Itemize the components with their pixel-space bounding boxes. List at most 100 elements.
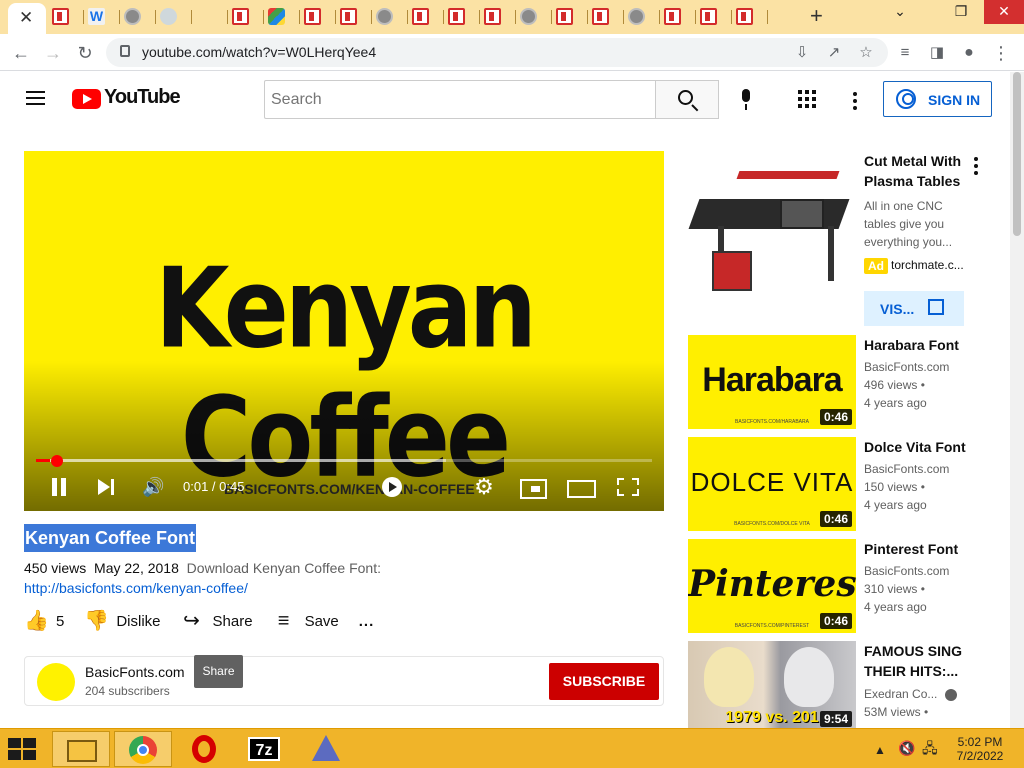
- browser-tab[interactable]: W: [84, 6, 120, 28]
- apps-grid-icon[interactable]: [798, 90, 816, 108]
- video-thumbnail[interactable]: 1979 vs. 201 9:54: [688, 641, 856, 728]
- channel-avatar[interactable]: [37, 663, 75, 701]
- share-page-icon[interactable]: ↗: [824, 43, 844, 63]
- voice-search-mic-icon[interactable]: [740, 89, 752, 111]
- browser-tab[interactable]: [408, 6, 444, 28]
- video-thumbnail[interactable]: Harabara BASICFONTS.COM/HARABARA 0:46: [688, 335, 856, 429]
- save-button[interactable]: ≡ Save: [273, 610, 339, 632]
- miniplayer-icon[interactable]: [520, 476, 547, 499]
- install-app-icon[interactable]: ⇩: [792, 43, 812, 63]
- reload-icon[interactable]: ↻: [72, 40, 98, 66]
- like-button[interactable]: 👍 5: [24, 610, 64, 632]
- browser-tab[interactable]: [732, 6, 768, 28]
- close-window-button[interactable]: ✕: [984, 0, 1024, 24]
- file-explorer-taskbar-button[interactable]: [52, 731, 110, 767]
- 7zip-taskbar-button[interactable]: 7z: [238, 731, 296, 767]
- opera-taskbar-button[interactable]: [176, 731, 234, 767]
- description-link[interactable]: http://basicfonts.com/kenyan-coffee/: [24, 580, 248, 596]
- browser-tab[interactable]: [48, 6, 84, 28]
- ad-site[interactable]: torchmate.c...: [891, 258, 964, 272]
- youtube-logo-text[interactable]: YouTube: [104, 86, 181, 109]
- account-avatar-icon: [896, 89, 916, 109]
- duration-badge: 0:46: [819, 613, 852, 629]
- video-thumbnail[interactable]: Pinterest BASICFONTS.COM/PINTEREST 0:46: [688, 539, 856, 633]
- related-views: 310 views •: [864, 582, 925, 596]
- video-player[interactable]: Kenyan Coffee BASICFONTS.COM/KENYAN-COFF…: [24, 151, 664, 511]
- new-tab-button[interactable]: +: [810, 5, 823, 27]
- related-video-item[interactable]: Pinterest BASICFONTS.COM/PINTEREST 0:46 …: [688, 539, 988, 634]
- forward-arrow-icon[interactable]: →: [40, 40, 66, 66]
- browser-tab[interactable]: [624, 6, 660, 28]
- app-taskbar-button[interactable]: [300, 731, 358, 767]
- windows-start-icon[interactable]: [8, 738, 38, 760]
- browser-tab[interactable]: [588, 6, 624, 28]
- browser-tab[interactable]: [336, 6, 372, 28]
- ad-thumbnail[interactable]: 4800: [688, 151, 856, 321]
- bookmark-star-icon[interactable]: ☆: [856, 43, 876, 63]
- clock[interactable]: 5:02 PM 7/2/2022: [946, 735, 1014, 763]
- close-tab-icon[interactable]: ✕: [19, 9, 33, 27]
- share-arrow-icon: ↪: [183, 610, 200, 632]
- duration-badge: 0:46: [819, 511, 852, 527]
- video-thumbnail[interactable]: DOLCE VITA BASICFONTS.COM/DOLCE VITA 0:4…: [688, 437, 856, 531]
- browser-tab[interactable]: [444, 6, 480, 28]
- browser-tab[interactable]: [480, 6, 516, 28]
- browser-tab[interactable]: [228, 6, 264, 28]
- show-hidden-icons-icon[interactable]: ▲: [874, 743, 886, 757]
- pause-icon[interactable]: [50, 476, 68, 498]
- volume-icon[interactable]: 🔊: [142, 476, 164, 498]
- active-tab[interactable]: ✕: [8, 3, 46, 34]
- related-age: 4 years ago: [864, 498, 927, 512]
- scrollbar-thumb[interactable]: [1013, 72, 1021, 236]
- menu-hamburger-icon[interactable]: [26, 91, 46, 107]
- theater-mode-icon[interactable]: [567, 476, 596, 498]
- browser-tab[interactable]: [552, 6, 588, 28]
- related-video-item[interactable]: Harabara BASICFONTS.COM/HARABARA 0:46 Ha…: [688, 335, 988, 430]
- browser-tab[interactable]: [300, 6, 336, 28]
- browser-tab[interactable]: [192, 6, 228, 28]
- search-button[interactable]: [655, 80, 719, 119]
- next-video-icon[interactable]: [96, 476, 116, 498]
- chrome-menu-icon[interactable]: ⋮: [988, 40, 1014, 66]
- browser-tab[interactable]: [660, 6, 696, 28]
- url-text[interactable]: youtube.com/watch?v=W0LHerqYee4: [142, 44, 376, 60]
- related-video-item[interactable]: DOLCE VITA BASICFONTS.COM/DOLCE VITA 0:4…: [688, 437, 988, 532]
- search-input[interactable]: [264, 80, 656, 119]
- settings-gear-icon[interactable]: ⚙: [474, 476, 494, 498]
- sign-in-button[interactable]: SIGN IN: [883, 81, 992, 117]
- browser-tab[interactable]: [120, 6, 156, 28]
- tab-search-button[interactable]: ⌄: [880, 0, 920, 24]
- youtube-logo-icon[interactable]: [72, 89, 101, 109]
- autoplay-toggle-icon[interactable]: [382, 477, 402, 497]
- fullscreen-icon[interactable]: [617, 476, 639, 498]
- related-channel: BasicFonts.com: [864, 462, 950, 476]
- channel-name[interactable]: BasicFonts.com: [85, 664, 185, 680]
- w-favicon-icon: W: [88, 8, 105, 25]
- dislike-button[interactable]: 👎 Dislike: [84, 610, 160, 632]
- network-icon[interactable]: 🖧: [922, 741, 938, 755]
- browser-tab[interactable]: [696, 6, 732, 28]
- google-favicon-icon: [196, 8, 213, 25]
- browser-tab[interactable]: [372, 6, 408, 28]
- back-arrow-icon[interactable]: ←: [8, 40, 34, 66]
- browser-tab[interactable]: [156, 6, 192, 28]
- related-video-item[interactable]: 1979 vs. 201 9:54 FAMOUS SING THEIR HITS:…: [688, 641, 988, 728]
- ad-menu-kebab-icon[interactable]: [974, 157, 978, 175]
- visit-site-button[interactable]: VIS...: [864, 291, 964, 326]
- chrome-taskbar-button[interactable]: [114, 731, 172, 767]
- restore-window-button[interactable]: ❐: [938, 0, 984, 24]
- browser-tab[interactable]: [516, 6, 552, 28]
- profile-icon[interactable]: ●: [956, 40, 982, 66]
- browser-tab[interactable]: [264, 6, 300, 28]
- media-control-icon[interactable]: ≡: [892, 40, 918, 66]
- page-scrollbar[interactable]: [1010, 72, 1024, 728]
- share-button[interactable]: ↪ Share: [181, 610, 252, 632]
- address-bar[interactable]: youtube.com/watch?v=W0LHerqYee4 ⇩ ↗ ☆: [106, 38, 888, 67]
- lock-icon[interactable]: [120, 45, 130, 57]
- more-actions-button[interactable]: ...: [359, 613, 375, 630]
- volume-muted-icon[interactable]: 🔇: [898, 741, 915, 755]
- side-panel-icon[interactable]: ◨: [924, 40, 950, 66]
- settings-kebab-icon[interactable]: [853, 92, 857, 110]
- scrubber-handle[interactable]: [51, 455, 63, 467]
- subscribe-button[interactable]: SUBSCRIBE: [549, 663, 659, 700]
